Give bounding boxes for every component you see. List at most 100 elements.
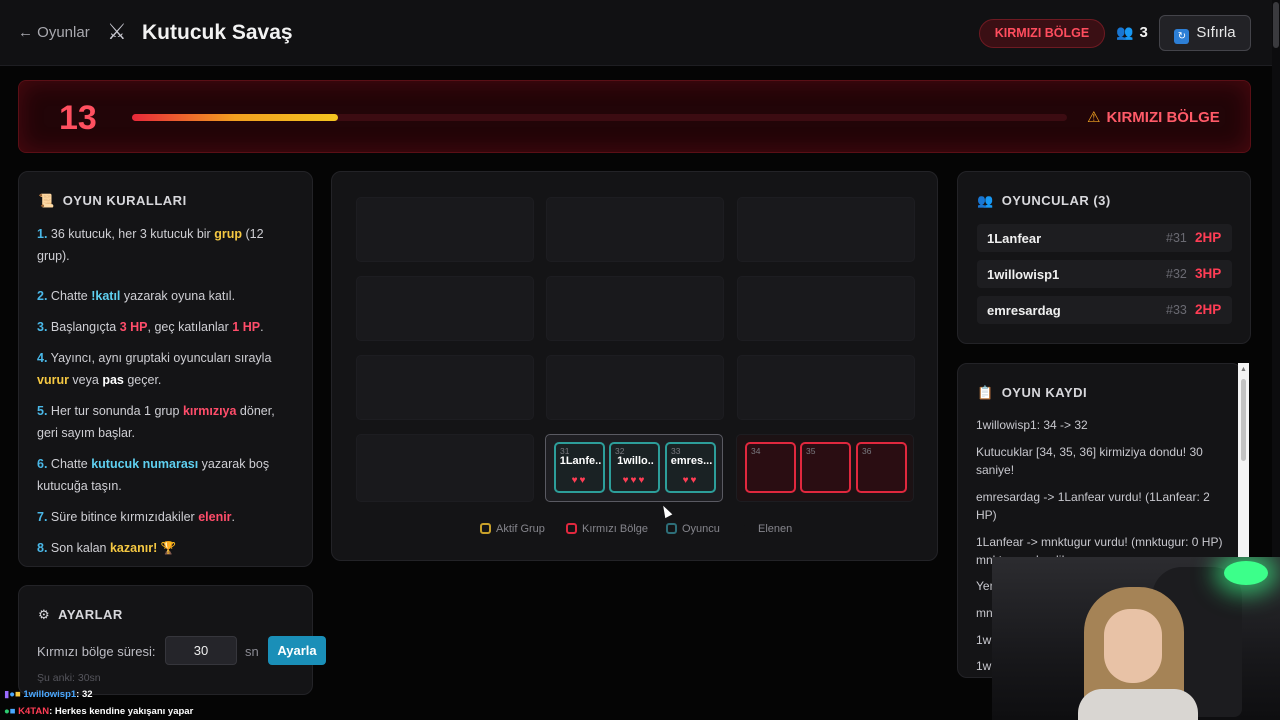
countdown-track (132, 114, 1067, 121)
current-duration: Şu anki: 30sn (37, 672, 101, 684)
log-scrollbar-thumb[interactable] (1241, 379, 1246, 461)
legend-swatch (666, 523, 677, 534)
legend-swatch (742, 523, 753, 534)
countdown-seconds: 13 (59, 99, 97, 137)
player-hp: 2HP (1195, 230, 1222, 245)
refresh-icon: ↻ (1174, 29, 1190, 44)
player-row[interactable]: 1Lanfear #31 2HP (977, 224, 1232, 252)
player-cell[interactable]: 31 1Lanfe.. ♥♥ (554, 442, 605, 493)
rule-highlight: kutucuk numarası (91, 457, 199, 471)
group-empty[interactable] (356, 276, 534, 341)
rule-text: Chatte (47, 289, 92, 303)
log-entry: Kutucuklar [34, 35, 36] kirmiziya dondu!… (976, 445, 1203, 477)
clipboard-icon: 📋 (977, 385, 994, 400)
rule-highlight: elenir (198, 510, 232, 524)
settings-panel: ⚙ AYARLAR Kırmızı bölge süresi: 30 sn Aya… (18, 585, 326, 695)
red-zone-duration-input[interactable]: 30 (165, 636, 237, 665)
legend-label: Oyuncu (682, 523, 720, 535)
red-cell[interactable]: 35 (800, 442, 851, 493)
cell-player-name: 1willo.. (617, 455, 654, 467)
chat-username: K4TAN (18, 706, 50, 717)
group-empty[interactable] (546, 355, 724, 420)
rule-text: 🏆 (157, 541, 177, 555)
webcam-overlay (992, 557, 1280, 720)
reset-button[interactable]: ↻ Sıfırla (1159, 15, 1251, 51)
rule-text: . (260, 320, 264, 334)
chat-text: : Herkes kendine yakışanı yapar (49, 706, 194, 717)
rule-highlight: kırmızıya (182, 404, 237, 418)
legend-eliminated: Elenen (742, 523, 792, 535)
game-board: 31 1Lanfe.. ♥♥ 32 1willo.. ♥♥♥ 33 emres... ♥♥ … (331, 171, 938, 561)
rule-text: Her tur sonunda 1 grup (47, 404, 183, 418)
red-cell[interactable]: 34 (745, 442, 796, 493)
player-cell[interactable]: 32 1willo.. ♥♥♥ (609, 442, 660, 493)
chat-badges-icon: ■ (14, 689, 21, 700)
hearts-icon: ♥♥ (571, 475, 588, 486)
legend-label: Kırmızı Bölge (582, 523, 649, 535)
log-scrollbar[interactable]: ▲ (1238, 363, 1249, 563)
legend-swatch (480, 523, 491, 534)
cell-number: 36 (862, 446, 872, 456)
player-cell[interactable]: 33 emres... ♥♥ (665, 442, 716, 493)
player-slot: #33 (1166, 303, 1187, 317)
cell-player-name: 1Lanfe.. (559, 455, 602, 467)
rule-text: Başlangıçta (47, 320, 120, 334)
rule-number: 3. (37, 320, 48, 334)
page-title: Kutucuk Savaş (142, 21, 293, 44)
red-zone-warning-text: KIRMIZI BÖLGE (1106, 109, 1220, 126)
group-empty[interactable] (737, 197, 915, 262)
player-hp: 2HP (1195, 302, 1222, 317)
legend-red: Kırmızı Bölge (566, 523, 648, 535)
legend-swatch (566, 523, 577, 534)
player-hp: 3HP (1195, 266, 1222, 281)
active-group[interactable]: 31 1Lanfe.. ♥♥ 32 1willo.. ♥♥♥ 33 emres... ♥♥ (545, 434, 723, 502)
rule-text: Süre bitince kırmızıdakiler (47, 510, 199, 524)
cell-player-name: emres... (670, 455, 713, 467)
group-empty[interactable] (546, 197, 724, 262)
rules-title-text: OYUN KURALLARI (62, 193, 187, 208)
group-empty[interactable] (737, 355, 915, 420)
rule-text: Yayıncı, aynı gruptaki oyuncuları sırayl… (47, 351, 272, 365)
legend-active: Aktif Grup (480, 523, 545, 535)
player-row[interactable]: emresardag #33 2HP (977, 296, 1232, 324)
rule-number: 5. (37, 404, 48, 418)
apply-button[interactable]: Ayarla (268, 636, 326, 665)
rule-item: 6. Chatte kutucuk numarası yazarak boş k… (37, 453, 297, 497)
users-icon: 👥 (1116, 24, 1134, 40)
player-count-value: 3 (1139, 24, 1148, 41)
players-title: 👥 OYUNCULAR (3) (977, 193, 1111, 209)
red-cell[interactable]: 36 (856, 442, 907, 493)
player-row[interactable]: 1willowisp1 #32 3HP (977, 260, 1232, 288)
rule-highlight: kazanır! (109, 541, 158, 555)
back-to-games-link[interactable]: ← Oyunlar (18, 24, 90, 41)
group-empty[interactable] (356, 197, 534, 262)
rule-number: 4. (37, 351, 48, 365)
page-scrollbar-thumb[interactable] (1273, 2, 1279, 48)
webcam-light (1224, 561, 1268, 585)
rule-number: 1. (37, 227, 48, 241)
rule-text: . (231, 510, 236, 524)
group-empty[interactable] (356, 355, 534, 420)
player-name: 1Lanfear (987, 231, 1042, 246)
group-empty[interactable] (356, 434, 534, 502)
red-zone-group[interactable]: 34 35 36 (736, 434, 914, 502)
scroll-up-icon[interactable]: ▲ (1240, 366, 1247, 373)
chat-text: : 32 (76, 689, 93, 700)
cell-number: 34 (751, 446, 761, 456)
player-slot: #31 (1166, 231, 1187, 245)
scroll-icon: 📜 (38, 193, 55, 208)
settings-title-text: AYARLAR (58, 607, 123, 622)
player-slot: #32 (1166, 267, 1187, 281)
zone-status-badge: KIRMIZI BÖLGE (979, 19, 1105, 48)
users-icon: 👥 (977, 193, 994, 208)
rule-highlight: grup (214, 227, 242, 241)
webcam-person-shirt (1078, 689, 1198, 720)
rule-text: 36 kutucuk, her 3 kutucuk bir (47, 227, 215, 241)
rule-item: 4. Yayıncı, aynı gruptaki oyuncuları sır… (37, 347, 297, 391)
group-empty[interactable] (737, 276, 915, 341)
countdown-fill (132, 114, 338, 121)
duration-unit: sn (245, 644, 259, 659)
chat-badges-icon: ■ (9, 706, 16, 717)
group-empty[interactable] (546, 276, 724, 341)
legend-player: Oyuncu (666, 523, 720, 535)
